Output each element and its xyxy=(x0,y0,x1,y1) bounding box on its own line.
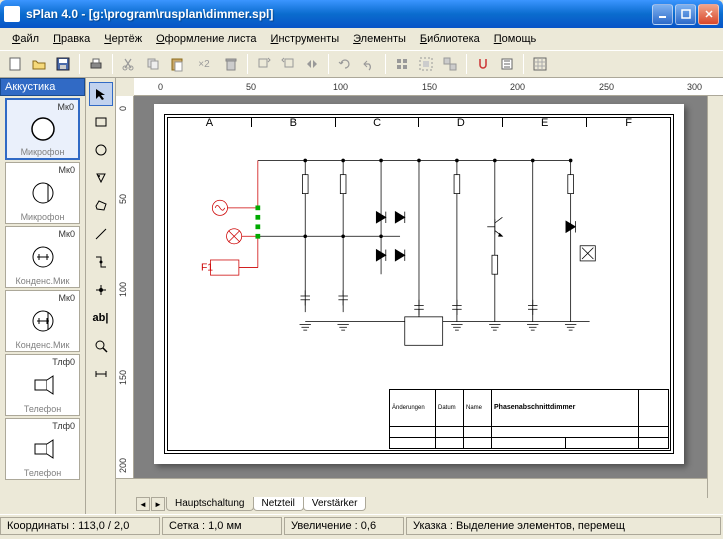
palette-item[interactable]: Мк0 Микрофон xyxy=(5,98,80,160)
minimize-button[interactable] xyxy=(652,4,673,25)
title-block: ÄnderungenDatumNamePhasenabschnittdimmer xyxy=(389,389,669,449)
status-bar: Координаты : 113,0 / 2,0 Сетка : 1,0 мм … xyxy=(0,514,723,536)
window-titlebar: sPlan 4.0 - [g:\program\rusplan\dimmer.s… xyxy=(0,0,723,28)
align-button[interactable] xyxy=(391,53,413,75)
schematic-page: ABCDEF xyxy=(154,104,684,464)
grid-button[interactable] xyxy=(529,53,551,75)
redo-button[interactable] xyxy=(358,53,380,75)
palette-item[interactable]: Мк0 Конденс.Мик xyxy=(5,226,80,288)
paste-button[interactable] xyxy=(166,53,188,75)
measure-tool[interactable] xyxy=(89,362,113,386)
menu-bar: Файл Правка Чертёж Оформление листа Инст… xyxy=(0,28,723,50)
copy-button[interactable] xyxy=(142,53,164,75)
tab-next-button[interactable]: ► xyxy=(151,497,165,511)
scrollbar-horizontal[interactable] xyxy=(116,478,723,494)
open-button[interactable] xyxy=(28,53,50,75)
page-tab[interactable]: Verstärker xyxy=(303,497,367,511)
palette-item[interactable]: Мк0 Микрофон xyxy=(5,162,80,224)
menu-help[interactable]: Помощь xyxy=(488,31,543,47)
window-title: sPlan 4.0 - [g:\program\rusplan\dimmer.s… xyxy=(26,7,652,21)
canvas-area: 0 50 100 150 200 250 300 0 50 100 150 20… xyxy=(116,78,723,514)
palette-item[interactable]: Мк0 Конденс.Мик xyxy=(5,290,80,352)
page-tab[interactable]: Hauptschaltung xyxy=(166,497,254,511)
status-zoom: Увеличение : 0,6 xyxy=(284,517,404,535)
rect-tool[interactable] xyxy=(89,110,113,134)
ungroup-button[interactable] xyxy=(439,53,461,75)
app-icon xyxy=(4,6,20,22)
menu-elements[interactable]: Элементы xyxy=(347,31,412,47)
list-button[interactable] xyxy=(496,53,518,75)
menu-pagelayout[interactable]: Оформление листа xyxy=(150,31,262,47)
toolbar: ×2 xyxy=(0,50,723,78)
menu-drawing[interactable]: Чертёж xyxy=(98,31,148,47)
menu-tools[interactable]: Инструменты xyxy=(265,31,346,47)
tab-prev-button[interactable]: ◄ xyxy=(136,497,150,511)
line-tool[interactable] xyxy=(89,222,113,246)
component-palette: Аккустика Мк0 Микрофон Мк0 Микрофон Мк0 … xyxy=(0,78,86,514)
scrollbar-vertical[interactable] xyxy=(707,96,723,478)
rotate-cw-button[interactable] xyxy=(253,53,275,75)
drawing-canvas[interactable]: ABCDEF xyxy=(134,96,723,478)
pointer-tool[interactable] xyxy=(89,82,113,106)
new-button[interactable] xyxy=(4,53,26,75)
rotate-ccw-button[interactable] xyxy=(277,53,299,75)
flip-h-button[interactable] xyxy=(301,53,323,75)
page-tabs: ◄ ► Hauptschaltung Netzteil Verstärker xyxy=(116,494,723,514)
wire-tool[interactable] xyxy=(89,250,113,274)
duplicate-button[interactable]: ×2 xyxy=(190,53,218,75)
palette-category[interactable]: Аккустика xyxy=(0,78,85,96)
drawing-tools: ab| xyxy=(86,78,116,514)
palette-item[interactable]: Тлф0 Телефон xyxy=(5,354,80,416)
maximize-button[interactable] xyxy=(675,4,696,25)
text-tool[interactable]: ab| xyxy=(89,306,113,330)
menu-file[interactable]: Файл xyxy=(6,31,45,47)
ruler-vertical: 0 50 100 150 200 xyxy=(116,96,134,478)
undo-button[interactable] xyxy=(334,53,356,75)
polygon-tool[interactable] xyxy=(89,194,113,218)
ruler-horizontal: 0 50 100 150 200 250 300 xyxy=(134,78,723,96)
menu-library[interactable]: Библиотека xyxy=(414,31,486,47)
palette-item[interactable]: Тлф0 Телефон xyxy=(5,418,80,480)
delete-button[interactable] xyxy=(220,53,242,75)
special-tool[interactable] xyxy=(89,166,113,190)
snap-button[interactable] xyxy=(472,53,494,75)
close-button[interactable] xyxy=(698,4,719,25)
node-tool[interactable] xyxy=(89,278,113,302)
menu-edit[interactable]: Правка xyxy=(47,31,96,47)
status-coords: Координаты : 113,0 / 2,0 xyxy=(0,517,160,535)
group-button[interactable] xyxy=(415,53,437,75)
zoom-tool[interactable] xyxy=(89,334,113,358)
print-button[interactable] xyxy=(85,53,107,75)
status-grid: Сетка : 1,0 мм xyxy=(162,517,282,535)
circle-tool[interactable] xyxy=(89,138,113,162)
cut-button[interactable] xyxy=(118,53,140,75)
status-hint: Указка : Выделение элементов, перемещ xyxy=(406,517,721,535)
save-button[interactable] xyxy=(52,53,74,75)
page-tab[interactable]: Netzteil xyxy=(253,497,304,511)
svg-text:F1: F1 xyxy=(201,262,213,273)
